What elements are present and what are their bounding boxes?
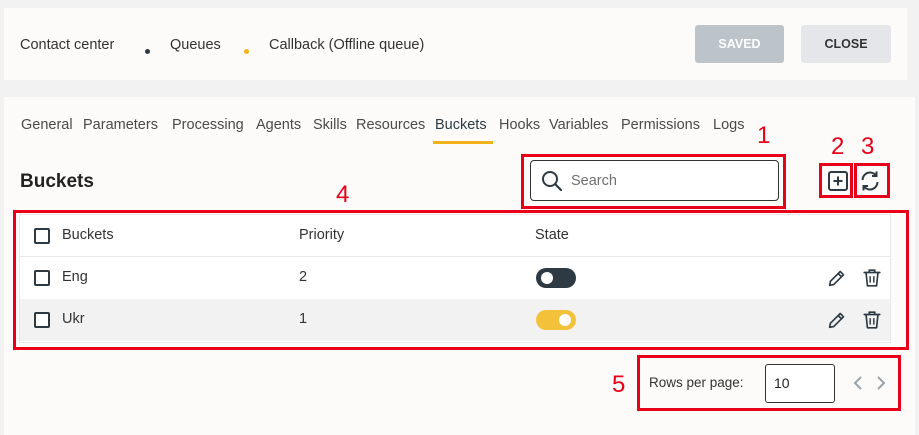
breadcrumb-separator: [244, 49, 249, 54]
tab-processing[interactable]: Processing: [172, 117, 244, 133]
annotation-number-5: 5: [612, 371, 626, 398]
tab-resources[interactable]: Resources: [356, 117, 425, 133]
annotation-box-search: [521, 154, 786, 209]
annotation-number-4: 4: [336, 181, 350, 208]
annotation-box-pagination: [637, 355, 901, 411]
tab-general[interactable]: General: [21, 117, 73, 133]
annotation-number-2: 2: [831, 133, 845, 160]
tab-permissions[interactable]: Permissions: [621, 117, 700, 133]
saved-button[interactable]: SAVED: [695, 25, 784, 63]
tab-hooks[interactable]: Hooks: [499, 117, 540, 133]
breadcrumb-contact-center[interactable]: Contact center: [20, 37, 114, 53]
tab-skills[interactable]: Skills: [313, 117, 347, 133]
section-title: Buckets: [20, 171, 94, 192]
tab-logs[interactable]: Logs: [713, 117, 744, 133]
annotation-number-1: 1: [757, 122, 771, 149]
active-tab-indicator: [433, 141, 493, 144]
annotation-box-add: [819, 163, 853, 198]
annotation-number-3: 3: [861, 133, 875, 160]
close-button[interactable]: CLOSE: [801, 25, 891, 63]
breadcrumb-current: Callback (Offline queue): [269, 37, 425, 53]
breadcrumb-queues[interactable]: Queues: [170, 37, 221, 53]
tab-parameters[interactable]: Parameters: [83, 117, 158, 133]
top-bar: Contact center Queues Callback (Offline …: [4, 8, 907, 80]
tab-variables[interactable]: Variables: [549, 117, 608, 133]
tab-agents[interactable]: Agents: [256, 117, 301, 133]
annotation-box-table: [13, 210, 909, 350]
annotation-box-refresh: [854, 163, 890, 198]
tab-buckets[interactable]: Buckets: [435, 117, 487, 133]
breadcrumb-separator: [145, 49, 150, 54]
